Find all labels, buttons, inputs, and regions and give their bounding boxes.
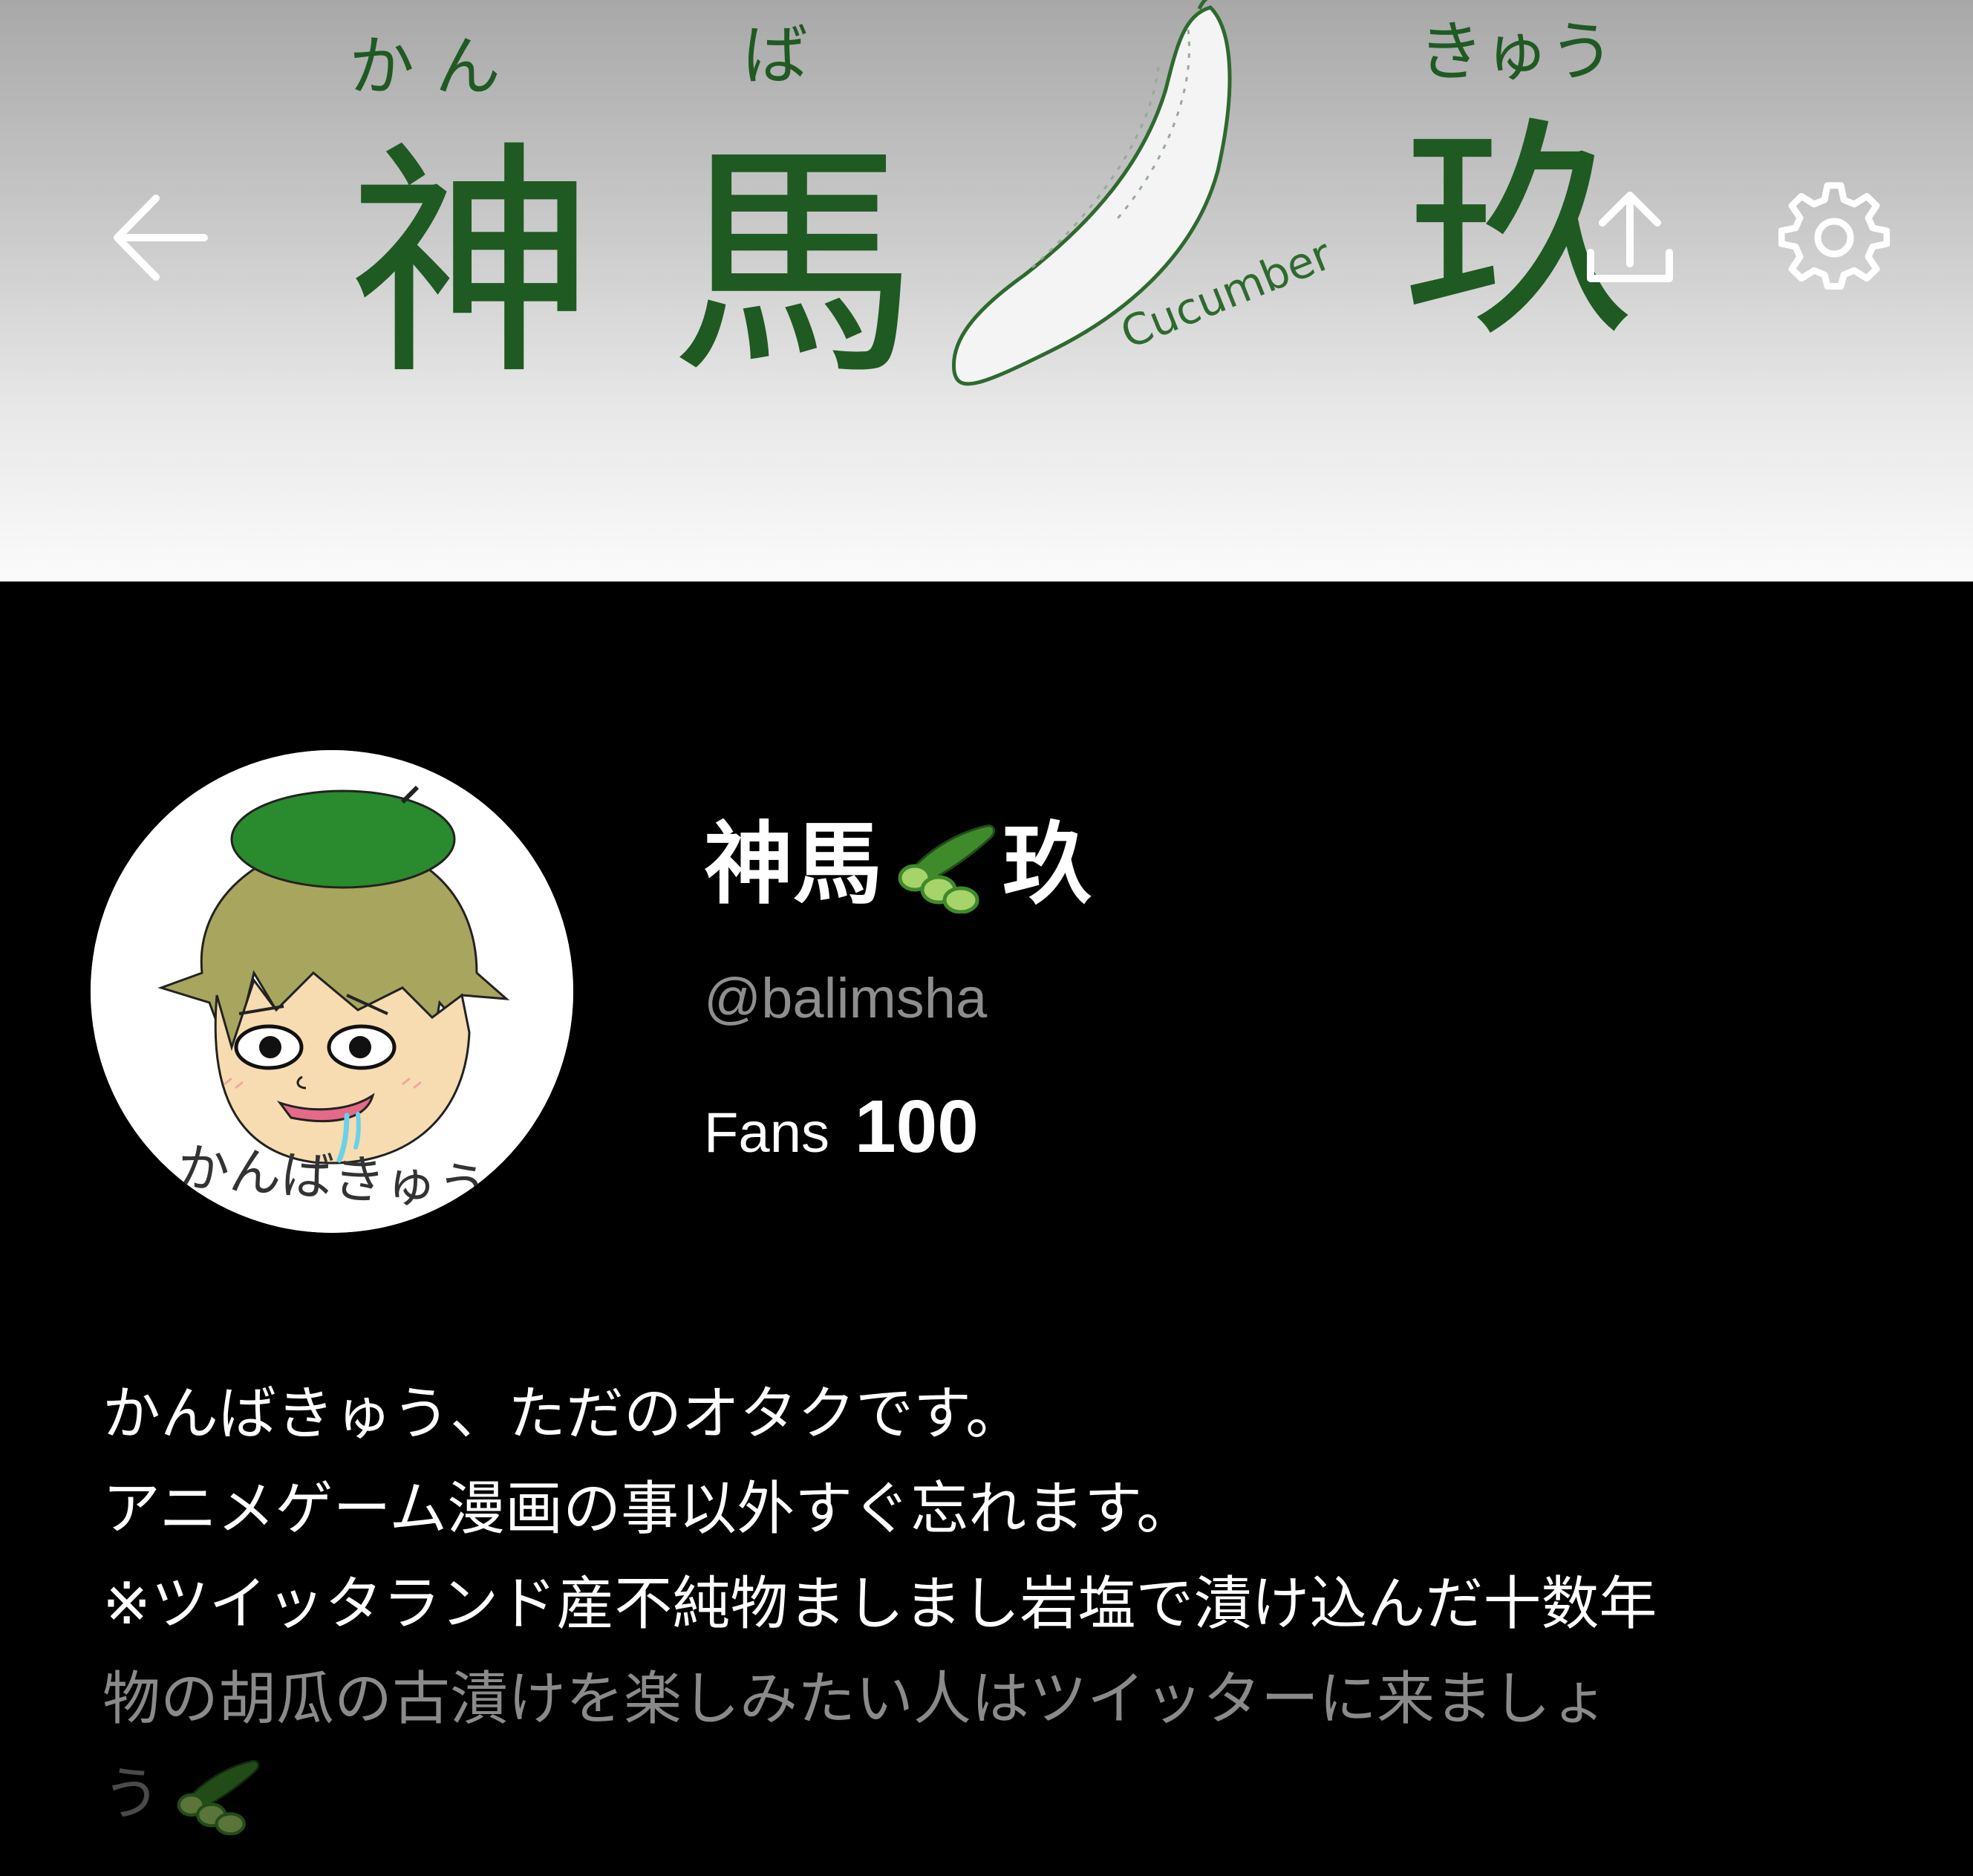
banner-furigana-kyuu: きゅう: [1418, 13, 1614, 90]
bio-line: アニメゲーム漫画の事以外すぐ忘れます。: [102, 1476, 1195, 1543]
profile-banner: か ん ば きゅう 神 馬 玖 Cucumber: [0, 0, 1973, 582]
cucumber-emoji: [898, 824, 996, 913]
fans-label: Fans: [704, 1101, 829, 1165]
fans-stat[interactable]: Fans 100: [704, 1084, 979, 1170]
profile-bio: かんばきゅう、ただのオタクです。 アニメゲーム漫画の事以外すぐ忘れます。 ※ツイ…: [102, 1367, 1885, 1842]
avatar-illustration: かんばきゅう: [91, 750, 573, 1233]
share-button[interactable]: [1567, 175, 1693, 301]
profile-name-part-1: 神馬: [704, 813, 882, 916]
bio-line-last: う: [102, 1747, 1885, 1842]
banner-title-kanji: 神 馬: [349, 122, 917, 407]
bio-line-text: う: [102, 1761, 161, 1828]
cucumber-emoji: [177, 1759, 260, 1835]
arrow-left-icon: [114, 195, 208, 281]
back-button[interactable]: [97, 175, 223, 301]
share-upload-icon: [1587, 192, 1673, 282]
gear-icon: [1778, 182, 1890, 290]
profile-name: 神馬 玖: [704, 806, 1092, 925]
profile-name-part-2: 玖: [1002, 813, 1092, 916]
profile-handle: @balimsha: [704, 967, 988, 1030]
fans-count: 100: [854, 1085, 979, 1168]
banner-furigana-kan: か ん: [349, 28, 500, 105]
bio-line: ※ツイッタランド産不純物ましまし岩塩で漬け込んだ十数年: [102, 1571, 1657, 1638]
avatar[interactable]: かんばきゅう: [91, 750, 573, 1233]
banner-furigana-ba: ば: [743, 17, 808, 94]
bio-line: 物の胡瓜の古漬けを楽しみたい人はツイッターに来ましょ: [102, 1666, 1609, 1733]
settings-button[interactable]: [1771, 175, 1897, 301]
bio-line: かんばきゅう、ただのオタクです。: [102, 1381, 1024, 1447]
